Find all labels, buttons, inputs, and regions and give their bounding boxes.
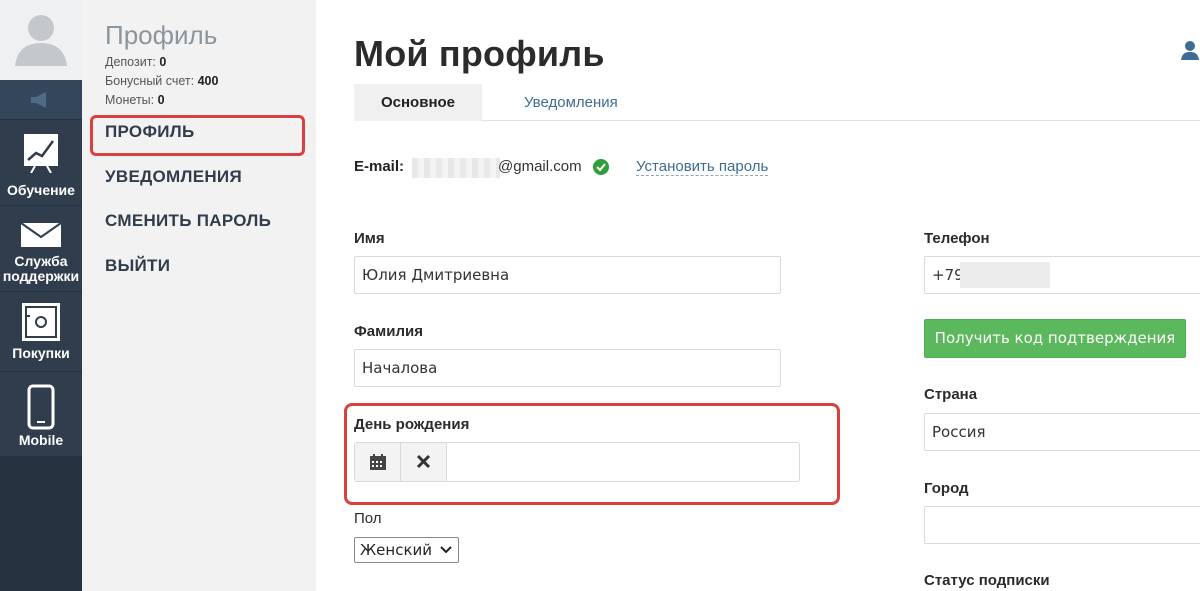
profile-sidebar: Профиль Депозит: 0 Бонусный счет: 400 Мо…: [82, 0, 316, 591]
deposit-value: 0: [159, 55, 167, 69]
icon-rail: Обучение Служба поддержки Покупки Mobile: [0, 0, 82, 591]
avatar[interactable]: [0, 0, 82, 80]
mobile-icon: [27, 384, 55, 430]
subscription-status-label: Статус подписки: [924, 572, 1050, 589]
coins-value: 0: [157, 93, 165, 107]
birthday-input[interactable]: [447, 443, 799, 481]
phone-redacted: [960, 262, 1050, 288]
email-label: E-mail:: [354, 158, 405, 175]
sidebar-title: Профиль: [105, 20, 218, 50]
calendar-icon: [370, 454, 386, 470]
rail-label-support-2: поддержки: [2, 268, 80, 284]
city-input[interactable]: [924, 506, 1200, 544]
email-value: @gmail.com: [498, 158, 582, 175]
announcements-button[interactable]: [0, 80, 82, 120]
rail-item-support[interactable]: Служба поддержки: [0, 206, 82, 292]
gender-label: Пол: [354, 510, 382, 527]
rail-item-purchases[interactable]: Покупки: [0, 292, 82, 372]
gender-select-value: Женский: [360, 541, 432, 559]
mail-icon: [20, 222, 62, 247]
rail-footer: [0, 456, 82, 591]
page-title: Мой профиль: [354, 33, 605, 74]
set-password-link[interactable]: Установить пароль: [636, 158, 769, 176]
first-name-input[interactable]: Юлия Дмитриевна: [354, 256, 781, 294]
close-icon: [416, 454, 431, 469]
user-menu-icon[interactable]: [1180, 40, 1200, 60]
safe-icon: [22, 303, 60, 341]
profile-tabs: Основное Уведомления: [354, 84, 1200, 121]
sidebar-link-profile[interactable]: ПРОФИЛЬ: [105, 122, 195, 142]
birthday-label: День рождения: [354, 416, 470, 433]
chart-icon: [24, 134, 58, 173]
birthday-date-picker: [354, 442, 800, 482]
bonus-stat: Бонусный счет: 400: [105, 74, 218, 88]
phone-label: Телефон: [924, 230, 990, 247]
tab-main[interactable]: Основное: [354, 84, 482, 121]
calendar-button[interactable]: [355, 443, 401, 481]
chevron-down-icon: [440, 546, 452, 554]
deposit-stat: Депозит: 0: [105, 55, 166, 69]
country-input[interactable]: Россия: [924, 413, 1200, 451]
email-redacted: [412, 158, 500, 178]
first-name-label: Имя: [354, 230, 385, 247]
coins-label: Монеты:: [105, 93, 155, 107]
megaphone-icon: [31, 92, 46, 108]
rail-item-learning[interactable]: Обучение: [0, 120, 82, 206]
rail-label-support-1: Служба: [14, 253, 68, 269]
last-name-label: Фамилия: [354, 323, 423, 340]
get-confirmation-code-button[interactable]: Получить код подтверждения: [924, 319, 1186, 358]
clear-date-button[interactable]: [401, 443, 447, 481]
user-silhouette-icon: [15, 15, 67, 66]
rail-label-learning: Обучение: [7, 182, 75, 198]
bonus-value: 400: [197, 74, 219, 88]
city-label: Город: [924, 480, 969, 497]
tab-notifications[interactable]: Уведомления: [524, 84, 618, 121]
sidebar-link-notifications[interactable]: УВЕДОМЛЕНИЯ: [105, 167, 242, 187]
sidebar-link-change-password[interactable]: СМЕНИТЬ ПАРОЛЬ: [105, 211, 271, 231]
deposit-label: Депозит:: [105, 55, 156, 69]
gender-select[interactable]: Женский: [354, 537, 459, 563]
rail-label-mobile: Mobile: [18, 432, 64, 448]
rail-item-mobile[interactable]: Mobile: [0, 372, 82, 456]
sidebar-link-logout[interactable]: ВЫЙТИ: [105, 256, 170, 276]
rail-label-purchases: Покупки: [12, 345, 70, 361]
country-label: Страна: [924, 386, 978, 403]
last-name-input[interactable]: Началова: [354, 349, 781, 387]
verified-check-icon: [593, 159, 609, 175]
bonus-label: Бонусный счет:: [105, 74, 195, 88]
coins-stat: Монеты: 0: [105, 93, 165, 107]
